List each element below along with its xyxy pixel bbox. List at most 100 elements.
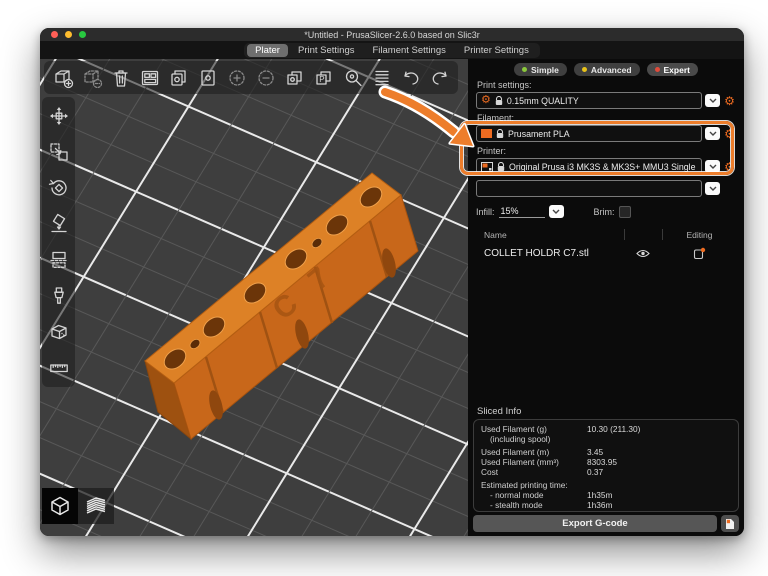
brim-label: Brim: [594, 207, 615, 217]
si-value: 0.37 [587, 467, 731, 477]
object-list: Name Editing COLLET HOLDR C7.stl [476, 227, 736, 264]
3d-editor-view-button[interactable] [42, 488, 78, 524]
rotate-icon[interactable] [47, 176, 71, 200]
view-switch [42, 488, 114, 524]
top-toolbar: P [44, 61, 458, 94]
advanced-dot-icon [582, 67, 587, 72]
seam-painting-icon[interactable] [47, 320, 71, 344]
printer-icon [481, 162, 493, 172]
supports-select[interactable] [476, 180, 702, 197]
filament-label: Filament: [477, 113, 736, 123]
printer-select[interactable]: Original Prusa i3 MK3S & MK3S+ MMU3 Sing… [476, 158, 702, 175]
title-bar: *Untitled - PrusaSlicer-2.6.0 based on S… [40, 28, 744, 41]
printer-value: Original Prusa i3 MK3S & MK3S+ MMU3 Sing… [509, 162, 696, 172]
si-label: Used Filament (g) [481, 424, 587, 434]
lock-icon [496, 129, 504, 139]
printer-dropdown-button[interactable] [705, 160, 720, 173]
export-gcode-button[interactable]: Export G-code [473, 515, 717, 532]
redo-icon[interactable] [425, 63, 454, 92]
undo-icon[interactable] [396, 63, 425, 92]
si-label: Used Filament (m) [481, 447, 587, 457]
si-sublabel: (including spool) [481, 434, 587, 444]
add-icon[interactable] [48, 63, 77, 92]
expert-dot-icon [655, 67, 660, 72]
delete-icon[interactable] [77, 63, 106, 92]
main-tab-bar: Plater Print Settings Filament Settings … [40, 41, 744, 59]
move-icon[interactable] [47, 104, 71, 128]
sliced-row-normal-mode: - normal mode 1h35m [481, 490, 731, 500]
infill-label: Infill: [476, 207, 495, 217]
export-row: Export G-code [473, 515, 739, 532]
mode-simple-label: Simple [531, 65, 559, 75]
column-editing: Editing [662, 229, 736, 240]
printer-label: Printer: [477, 146, 736, 156]
split-to-parts-icon[interactable]: P [309, 63, 338, 92]
lock-icon [495, 96, 503, 106]
lock-icon [497, 162, 505, 172]
print-settings-dropdown-button[interactable] [705, 94, 720, 107]
mode-expert-label: Expert [664, 65, 690, 75]
sliced-row-stealth-mode: - stealth mode 1h36m [481, 500, 731, 510]
supports-dropdown-button[interactable] [705, 182, 720, 195]
editing-cell[interactable] [662, 247, 736, 260]
si-value: 10.30 (211.30) [587, 424, 731, 444]
mode-simple[interactable]: Simple [514, 63, 567, 76]
visibility-cell[interactable] [624, 249, 662, 258]
filament-dropdown-button[interactable] [705, 127, 720, 140]
brim-checkbox[interactable] [619, 206, 631, 218]
delete-all-icon[interactable] [106, 63, 135, 92]
main-content: C 7 [40, 59, 744, 536]
tab-filament-settings[interactable]: Filament Settings [364, 44, 453, 57]
sliced-row-filament-mm3: Used Filament (mm³) 8303.95 [481, 457, 731, 467]
object-row[interactable]: COLLET HOLDR C7.stl [476, 242, 736, 264]
si-label: Cost [481, 467, 587, 477]
si-label: - stealth mode [481, 500, 587, 510]
eye-icon [636, 249, 650, 258]
measure-icon[interactable] [47, 356, 71, 380]
supports-row: ⚙ [476, 180, 736, 197]
sliced-info-panel: Used Filament (g) (including spool) 10.3… [473, 419, 739, 512]
arrange-icon[interactable] [135, 63, 164, 92]
print-settings-gear-icon[interactable]: ⚙ [723, 95, 736, 107]
place-on-face-icon[interactable] [47, 212, 71, 236]
cut-icon[interactable] [47, 248, 71, 272]
3d-viewport[interactable]: C 7 [40, 59, 468, 536]
tabs-strip: Plater Print Settings Filament Settings … [244, 43, 540, 58]
search-icon[interactable] [338, 63, 367, 92]
filament-select[interactable]: Prusament PLA [476, 125, 702, 142]
filament-gear-icon[interactable]: ⚙ [723, 128, 736, 140]
tab-plater[interactable]: Plater [247, 44, 288, 57]
mode-advanced[interactable]: Advanced [574, 63, 640, 76]
variable-layer-height-icon[interactable] [367, 63, 396, 92]
tab-printer-settings[interactable]: Printer Settings [456, 44, 537, 57]
printer-gear-icon[interactable]: ⚙ [723, 161, 736, 173]
preview-view-button[interactable] [78, 488, 114, 524]
paste-icon[interactable] [193, 63, 222, 92]
print-settings-value: 0.15mm QUALITY [507, 96, 579, 106]
sd-card-icon [725, 518, 735, 530]
split-to-objects-icon[interactable] [280, 63, 309, 92]
si-value: 3.45 [587, 447, 731, 457]
object-list-header: Name Editing [476, 227, 736, 242]
filament-value: Prusament PLA [508, 129, 570, 139]
tab-print-settings[interactable]: Print Settings [290, 44, 363, 57]
infill-dropdown-button[interactable] [549, 205, 564, 218]
print-settings-select[interactable]: ⚙ 0.15mm QUALITY [476, 92, 702, 109]
add-instance-icon[interactable] [222, 63, 251, 92]
sliced-row-filament-g: Used Filament (g) (including spool) 10.3… [481, 424, 731, 444]
export-to-sd-button[interactable] [721, 515, 739, 532]
scale-icon[interactable] [47, 140, 71, 164]
desktop-background: *Untitled - PrusaSlicer-2.6.0 based on S… [0, 0, 768, 576]
column-visibility [624, 229, 662, 240]
simple-dot-icon [522, 67, 527, 72]
infill-value[interactable]: 15% [499, 205, 545, 218]
print-settings-label: Print settings: [477, 80, 736, 90]
mode-expert[interactable]: Expert [647, 63, 698, 76]
copy-icon[interactable] [164, 63, 193, 92]
paint-on-supports-icon[interactable] [47, 284, 71, 308]
model-collet-holder[interactable]: C 7 [40, 59, 468, 536]
mode-advanced-label: Advanced [591, 65, 632, 75]
sliced-row-time-header: Estimated printing time: [481, 480, 731, 490]
edit-settings-icon [693, 247, 706, 260]
remove-instance-icon[interactable] [251, 63, 280, 92]
